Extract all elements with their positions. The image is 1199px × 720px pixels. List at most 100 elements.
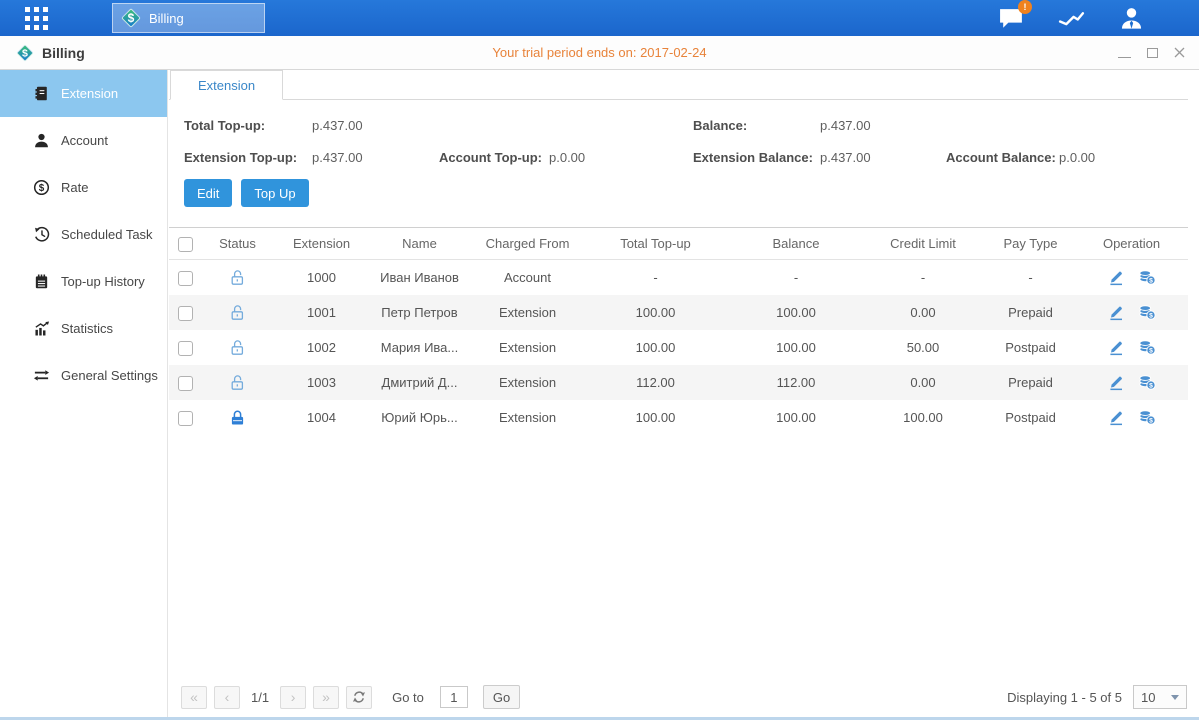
edit-row-icon[interactable] [1107,304,1125,321]
next-page-button[interactable]: › [280,686,306,709]
sidebar-item-general-settings[interactable]: General Settings [0,352,167,399]
toolbar: Edit Top Up [184,179,1188,207]
header-operation: Operation [1081,236,1182,251]
extension-balance-value: p.437.00 [820,150,946,165]
display-info: Displaying 1 - 5 of 5 10 [1007,685,1187,709]
cell-name: Дмитрий Д... [369,375,470,390]
cell-name: Мария Ива... [369,340,470,355]
topup-row-icon[interactable]: $ [1138,269,1156,286]
window-controls [1118,46,1185,60]
lock-open-icon[interactable] [229,269,246,286]
topbar-icons: ! [998,5,1199,31]
lock-open-icon[interactable] [229,304,246,321]
person-icon [1118,5,1145,32]
messages-button[interactable]: ! [998,5,1025,31]
account-balance-label: Account Balance: [946,150,1059,165]
goto-page-input[interactable] [440,686,468,708]
cell-balance: 112.00 [726,375,866,390]
row-checkbox[interactable] [178,376,193,391]
minimize-button[interactable] [1118,46,1131,60]
first-page-button[interactable]: « [181,686,207,709]
lock-open-icon[interactable] [229,339,246,356]
account-icon [33,132,50,149]
table-row[interactable]: 1002 Мария Ива... Extension 100.00 100.0… [169,330,1188,365]
sidebar-item-rate[interactable]: $ Rate [0,164,167,211]
go-button[interactable]: Go [483,685,520,709]
extension-balance-label: Extension Balance: [693,150,820,165]
taskbar-billing-app[interactable]: $ Billing [112,3,265,33]
cell-credit-limit: 0.00 [866,375,980,390]
table-header: Status Extension Name Charged From Total… [169,227,1188,260]
svg-text:$: $ [1149,382,1153,389]
sidebar-item-scheduled-task[interactable]: Scheduled Task [0,211,167,258]
sidebar-item-topup-history[interactable]: Top-up History [0,258,167,305]
close-icon [1174,47,1185,58]
maximize-button[interactable] [1147,46,1158,60]
cell-credit-limit: 100.00 [866,410,980,425]
row-checkbox[interactable] [178,306,193,321]
topup-row-icon[interactable]: $ [1138,339,1156,356]
topup-row-icon[interactable]: $ [1138,304,1156,321]
prev-page-icon: ‹ [225,689,230,705]
sidebar-item-account[interactable]: Account [0,117,167,164]
tab-extension[interactable]: Extension [170,70,283,100]
header-status: Status [201,236,274,251]
topup-row-icon[interactable]: $ [1138,374,1156,391]
edit-row-icon[interactable] [1107,374,1125,391]
header-charged-from: Charged From [470,236,585,251]
row-checkbox[interactable] [178,411,193,426]
select-all-checkbox[interactable] [178,237,193,252]
topup-button[interactable]: Top Up [241,179,308,207]
page-size-value: 10 [1141,690,1155,705]
cell-credit-limit: 0.00 [866,305,980,320]
cell-credit-limit: 50.00 [866,340,980,355]
cell-balance: - [726,270,866,285]
edit-row-icon[interactable] [1107,409,1125,426]
total-topup-label: Total Top-up: [184,118,312,133]
header-name: Name [369,236,470,251]
cell-pay-type: Postpaid [980,340,1081,355]
monitor-button[interactable] [1058,5,1085,31]
general-settings-icon [33,367,50,384]
last-page-button[interactable]: » [313,686,339,709]
window-title: Billing [42,45,85,61]
svg-text:$: $ [1149,347,1153,354]
row-checkbox[interactable] [178,271,193,286]
table-row[interactable]: 1001 Петр Петров Extension 100.00 100.00… [169,295,1188,330]
page-indicator: 1/1 [251,690,269,705]
extensions-table: Status Extension Name Charged From Total… [169,227,1188,435]
sidebar-item-statistics[interactable]: Statistics [0,305,167,352]
balance-value: p.437.00 [820,118,946,133]
app-launcher-button[interactable] [0,7,72,30]
cell-pay-type: Prepaid [980,375,1081,390]
close-button[interactable] [1174,46,1185,60]
user-button[interactable] [1118,5,1145,31]
sidebar-item-label: Account [61,133,108,148]
edit-row-icon[interactable] [1107,339,1125,356]
billing-app-icon: $ [120,7,142,29]
table-row[interactable]: 1004 Юрий Юрь... Extension 100.00 100.00… [169,400,1188,435]
sidebar-item-label: General Settings [61,368,158,383]
lock-open-icon[interactable] [229,374,246,391]
page-size-select[interactable]: 10 [1133,685,1187,709]
edit-button[interactable]: Edit [184,179,232,207]
lock-closed-icon[interactable] [229,409,246,426]
summary-panel: Total Top-up: p.437.00 Balance: p.437.00… [184,118,1188,165]
displaying-text: Displaying 1 - 5 of 5 [1007,690,1122,705]
row-checkbox[interactable] [178,341,193,356]
balance-label: Balance: [693,118,820,133]
table-row[interactable]: 1003 Дмитрий Д... Extension 112.00 112.0… [169,365,1188,400]
cell-pay-type: Prepaid [980,305,1081,320]
taskbar-app-label: Billing [149,11,184,26]
pager: « ‹ 1/1 › » Go to Go [181,685,520,709]
topup-row-icon[interactable]: $ [1138,409,1156,426]
cell-total-topup: - [585,270,726,285]
header-extension: Extension [274,236,369,251]
edit-row-icon[interactable] [1107,269,1125,286]
refresh-button[interactable] [346,686,372,709]
sidebar: Extension Account $ Rate [0,70,168,717]
cell-charged-from: Extension [470,305,585,320]
table-row[interactable]: 1000 Иван Иванов Account - - - - [169,260,1188,295]
sidebar-item-extension[interactable]: Extension [0,70,167,117]
prev-page-button[interactable]: ‹ [214,686,240,709]
